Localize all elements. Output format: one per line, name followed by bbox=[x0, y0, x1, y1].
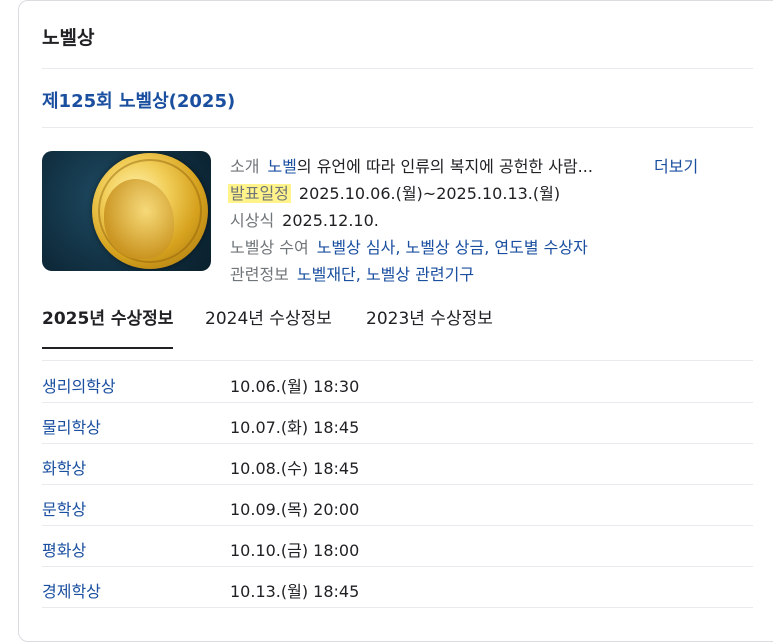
prize-name-link[interactable]: 평화상 bbox=[42, 537, 86, 561]
intro-label: 소개 bbox=[230, 157, 260, 176]
info-row-award: 노벨상 수여 노벨상 심사, 노벨상 상금, 연도별 수상자 bbox=[230, 238, 588, 257]
prize-name-link[interactable]: 물리학상 bbox=[42, 414, 101, 438]
tab-2023[interactable]: 2023년 수상정보 bbox=[366, 304, 493, 347]
announce-value: 2025.10.06.(월)~2025.10.13.(월) bbox=[298, 184, 561, 203]
prize-date: 10.08.(수) 18:45 bbox=[230, 459, 360, 478]
list-item: 평화상 10.10.(금) 18:00 bbox=[42, 526, 753, 567]
medal-icon bbox=[92, 153, 208, 269]
info-row-ceremony: 시상식 2025.12.10. bbox=[230, 207, 593, 234]
announce-label: 발표일정 bbox=[228, 184, 291, 203]
info-block: 소개 노벨의 유언에 따라 인류의 복지에 공헌한 사람... 더보기 발표일정 2… bbox=[228, 153, 698, 288]
year-tabs: 2025년 수상정보 2024년 수상정보 2023년 수상정보 bbox=[42, 299, 753, 349]
more-link[interactable]: 더보기 bbox=[654, 153, 698, 180]
intro-text: 의 유언에 따라 인류의 복지에 공헌한 사람... bbox=[296, 157, 593, 176]
divider bbox=[42, 68, 753, 69]
award-label: 노벨상 수여 bbox=[230, 238, 309, 257]
nobel-foundation-link[interactable]: 노벨재단 bbox=[297, 265, 356, 284]
nobel-card: 노벨상 제125회 노벨상(2025) 소개 노벨의 유언에 따라 인류의 복지에… bbox=[18, 0, 773, 642]
card-title: 노벨상 bbox=[42, 27, 95, 49]
ceremony-value: 2025.12.10. bbox=[282, 211, 379, 230]
tab-2025[interactable]: 2025년 수상정보 bbox=[42, 304, 174, 349]
divider bbox=[42, 127, 753, 128]
list-item: 경제학상 10.13.(월) 18:45 bbox=[42, 567, 753, 608]
nobel-medal-image[interactable] bbox=[42, 151, 211, 271]
award-winners-by-year-link[interactable]: 연도별 수상자 bbox=[494, 238, 587, 257]
info-row-related: 관련정보 노벨재단, 노벨상 관련기구 bbox=[230, 265, 475, 284]
prize-date: 10.07.(화) 18:45 bbox=[230, 418, 360, 437]
info-row-announce: 발표일정 2025.10.06.(월)~2025.10.13.(월) bbox=[228, 180, 593, 207]
prize-date: 10.10.(금) 18:00 bbox=[230, 541, 360, 560]
list-item: 문학상 10.09.(목) 20:00 bbox=[42, 485, 753, 526]
prize-schedule-list: 생리의학상 10.06.(월) 18:30 물리학상 10.07.(화) 18:… bbox=[42, 362, 753, 608]
prize-date: 10.06.(월) 18:30 bbox=[230, 377, 360, 396]
list-item: 물리학상 10.07.(화) 18:45 bbox=[42, 403, 753, 444]
prize-name-link[interactable]: 화학상 bbox=[42, 455, 86, 479]
list-item: 생리의학상 10.06.(월) 18:30 bbox=[42, 362, 753, 403]
tabs-divider bbox=[42, 360, 753, 361]
intro-nobel-link[interactable]: 노벨 bbox=[267, 157, 296, 176]
prize-name-link[interactable]: 문학상 bbox=[42, 496, 86, 520]
tab-2024[interactable]: 2024년 수상정보 bbox=[205, 304, 332, 347]
related-label: 관련정보 bbox=[230, 265, 289, 284]
prize-date: 10.09.(목) 20:00 bbox=[230, 500, 360, 519]
list-item: 화학상 10.08.(수) 18:45 bbox=[42, 444, 753, 485]
prize-date: 10.13.(월) 18:45 bbox=[230, 582, 360, 601]
info-row-intro: 소개 노벨의 유언에 따라 인류의 복지에 공헌한 사람... 더보기 bbox=[230, 153, 698, 180]
prize-name-link[interactable]: 생리의학상 bbox=[42, 373, 116, 397]
nobel-organizations-link[interactable]: 노벨상 관련기구 bbox=[366, 265, 474, 284]
edition-title-link[interactable]: 제125회 노벨상(2025) bbox=[42, 87, 235, 113]
award-prize-money-link[interactable]: 노벨상 상금 bbox=[406, 238, 485, 257]
ceremony-label: 시상식 bbox=[230, 211, 275, 230]
award-review-link[interactable]: 노벨상 심사 bbox=[317, 238, 396, 257]
prize-name-link[interactable]: 경제학상 bbox=[42, 578, 101, 602]
